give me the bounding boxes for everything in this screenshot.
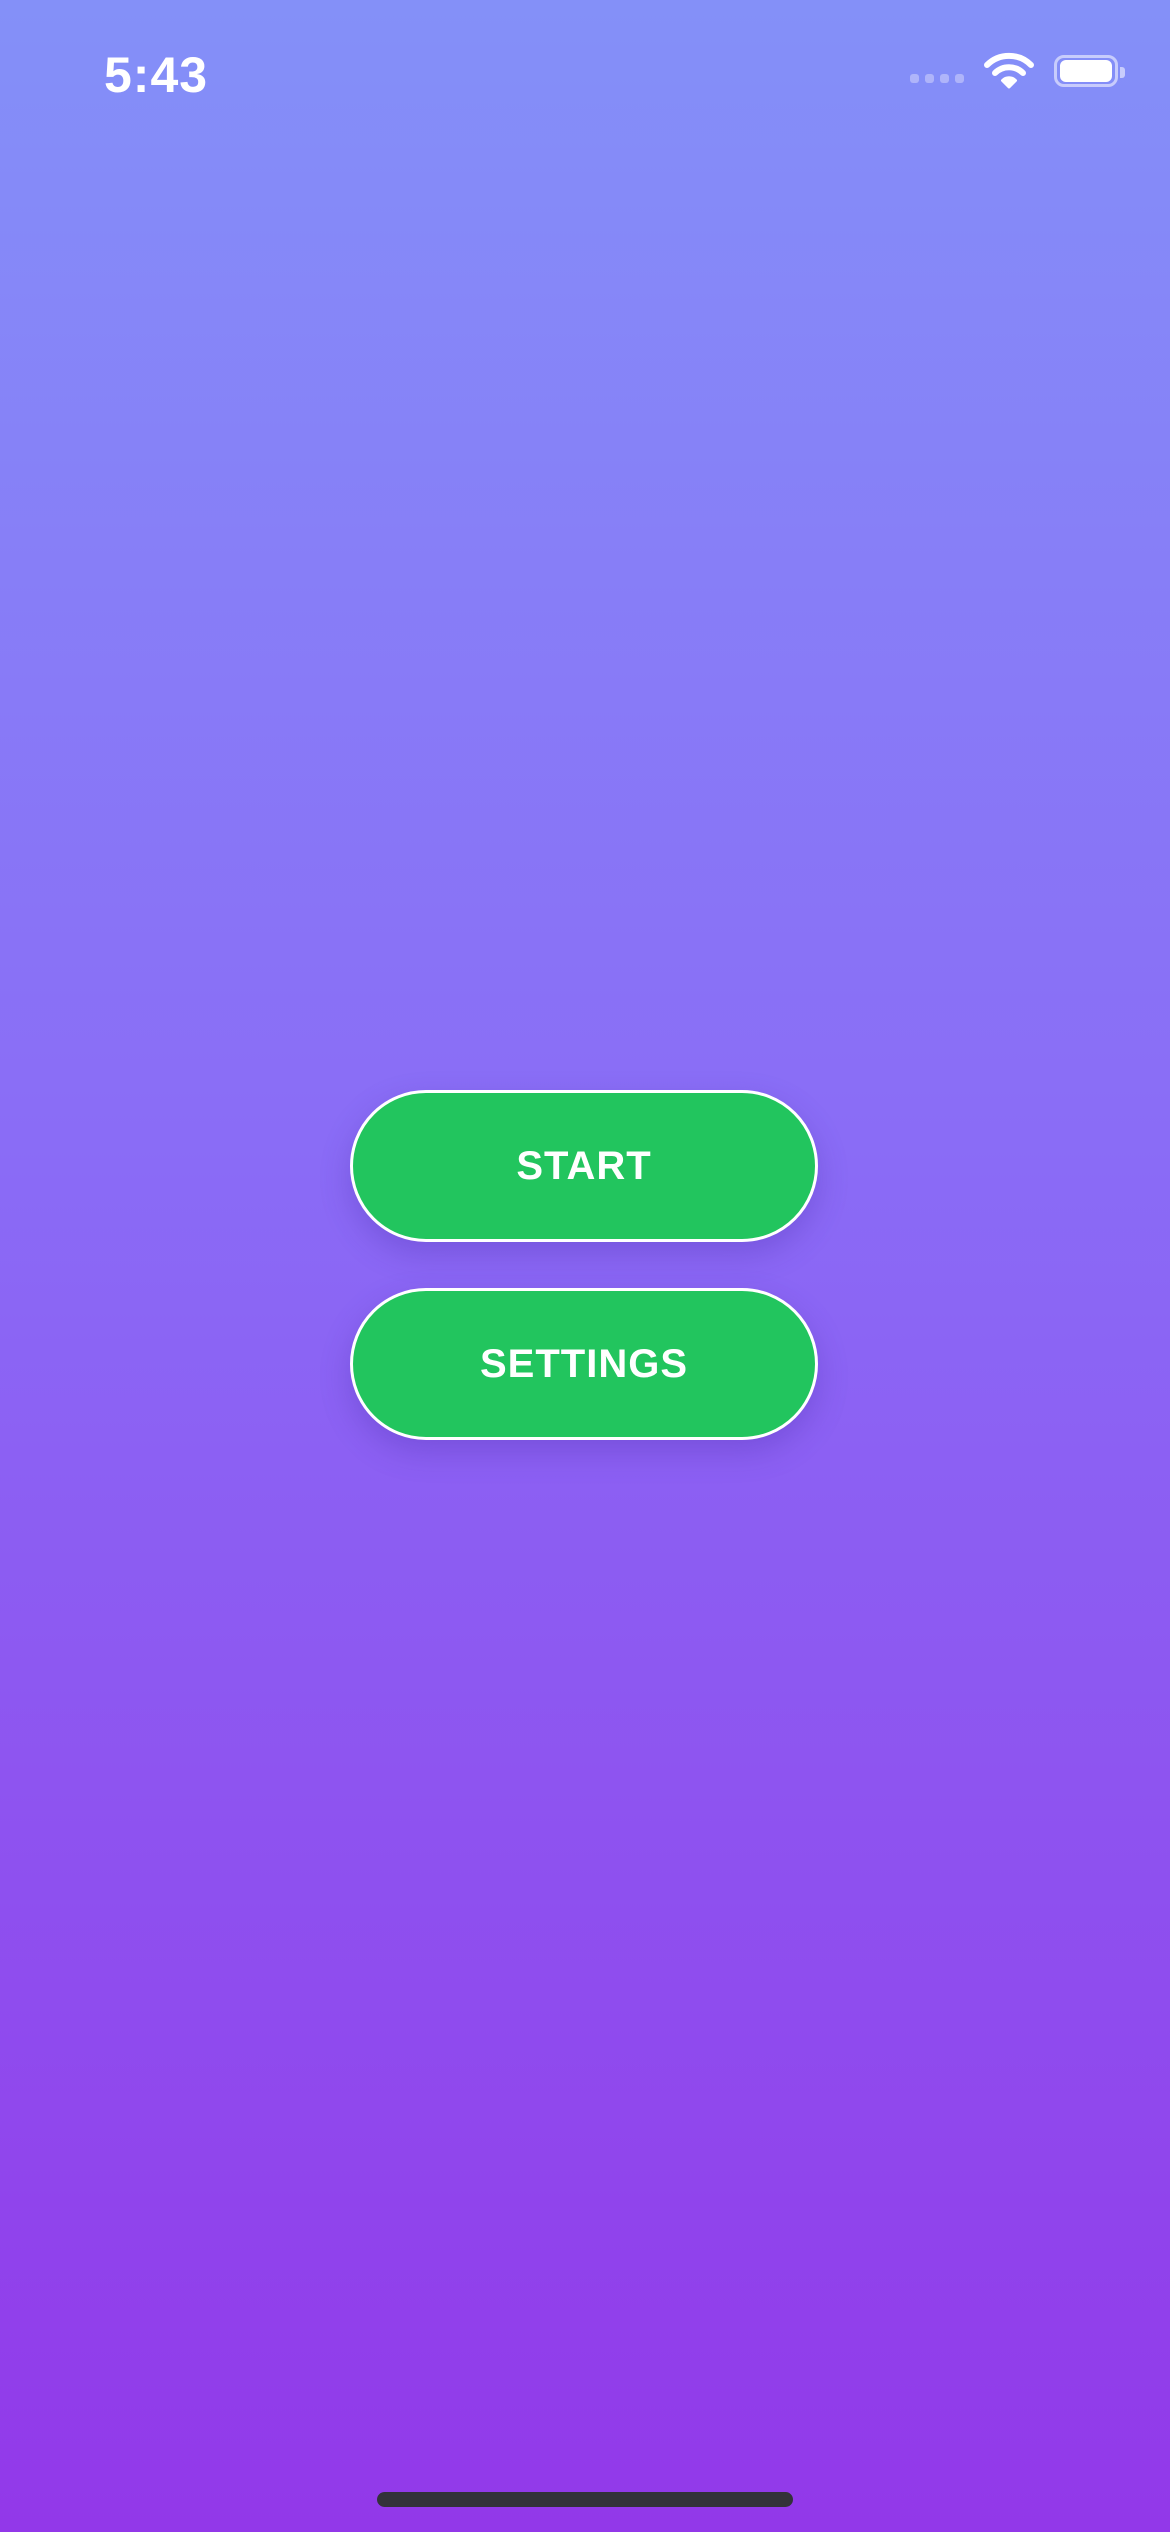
battery-fill xyxy=(1060,60,1112,82)
cellular-signal-icon xyxy=(910,73,964,83)
status-time: 5:43 xyxy=(104,47,209,103)
home-screen: 5:43 START SETTINGS xyxy=(0,0,1170,2532)
status-icons xyxy=(910,52,1125,90)
home-indicator[interactable] xyxy=(377,2492,793,2507)
wifi-icon xyxy=(984,52,1034,89)
start-button[interactable]: START xyxy=(350,1090,818,1242)
settings-button[interactable]: SETTINGS xyxy=(350,1288,818,1440)
battery-cap xyxy=(1120,67,1125,78)
battery-icon xyxy=(1054,55,1125,87)
